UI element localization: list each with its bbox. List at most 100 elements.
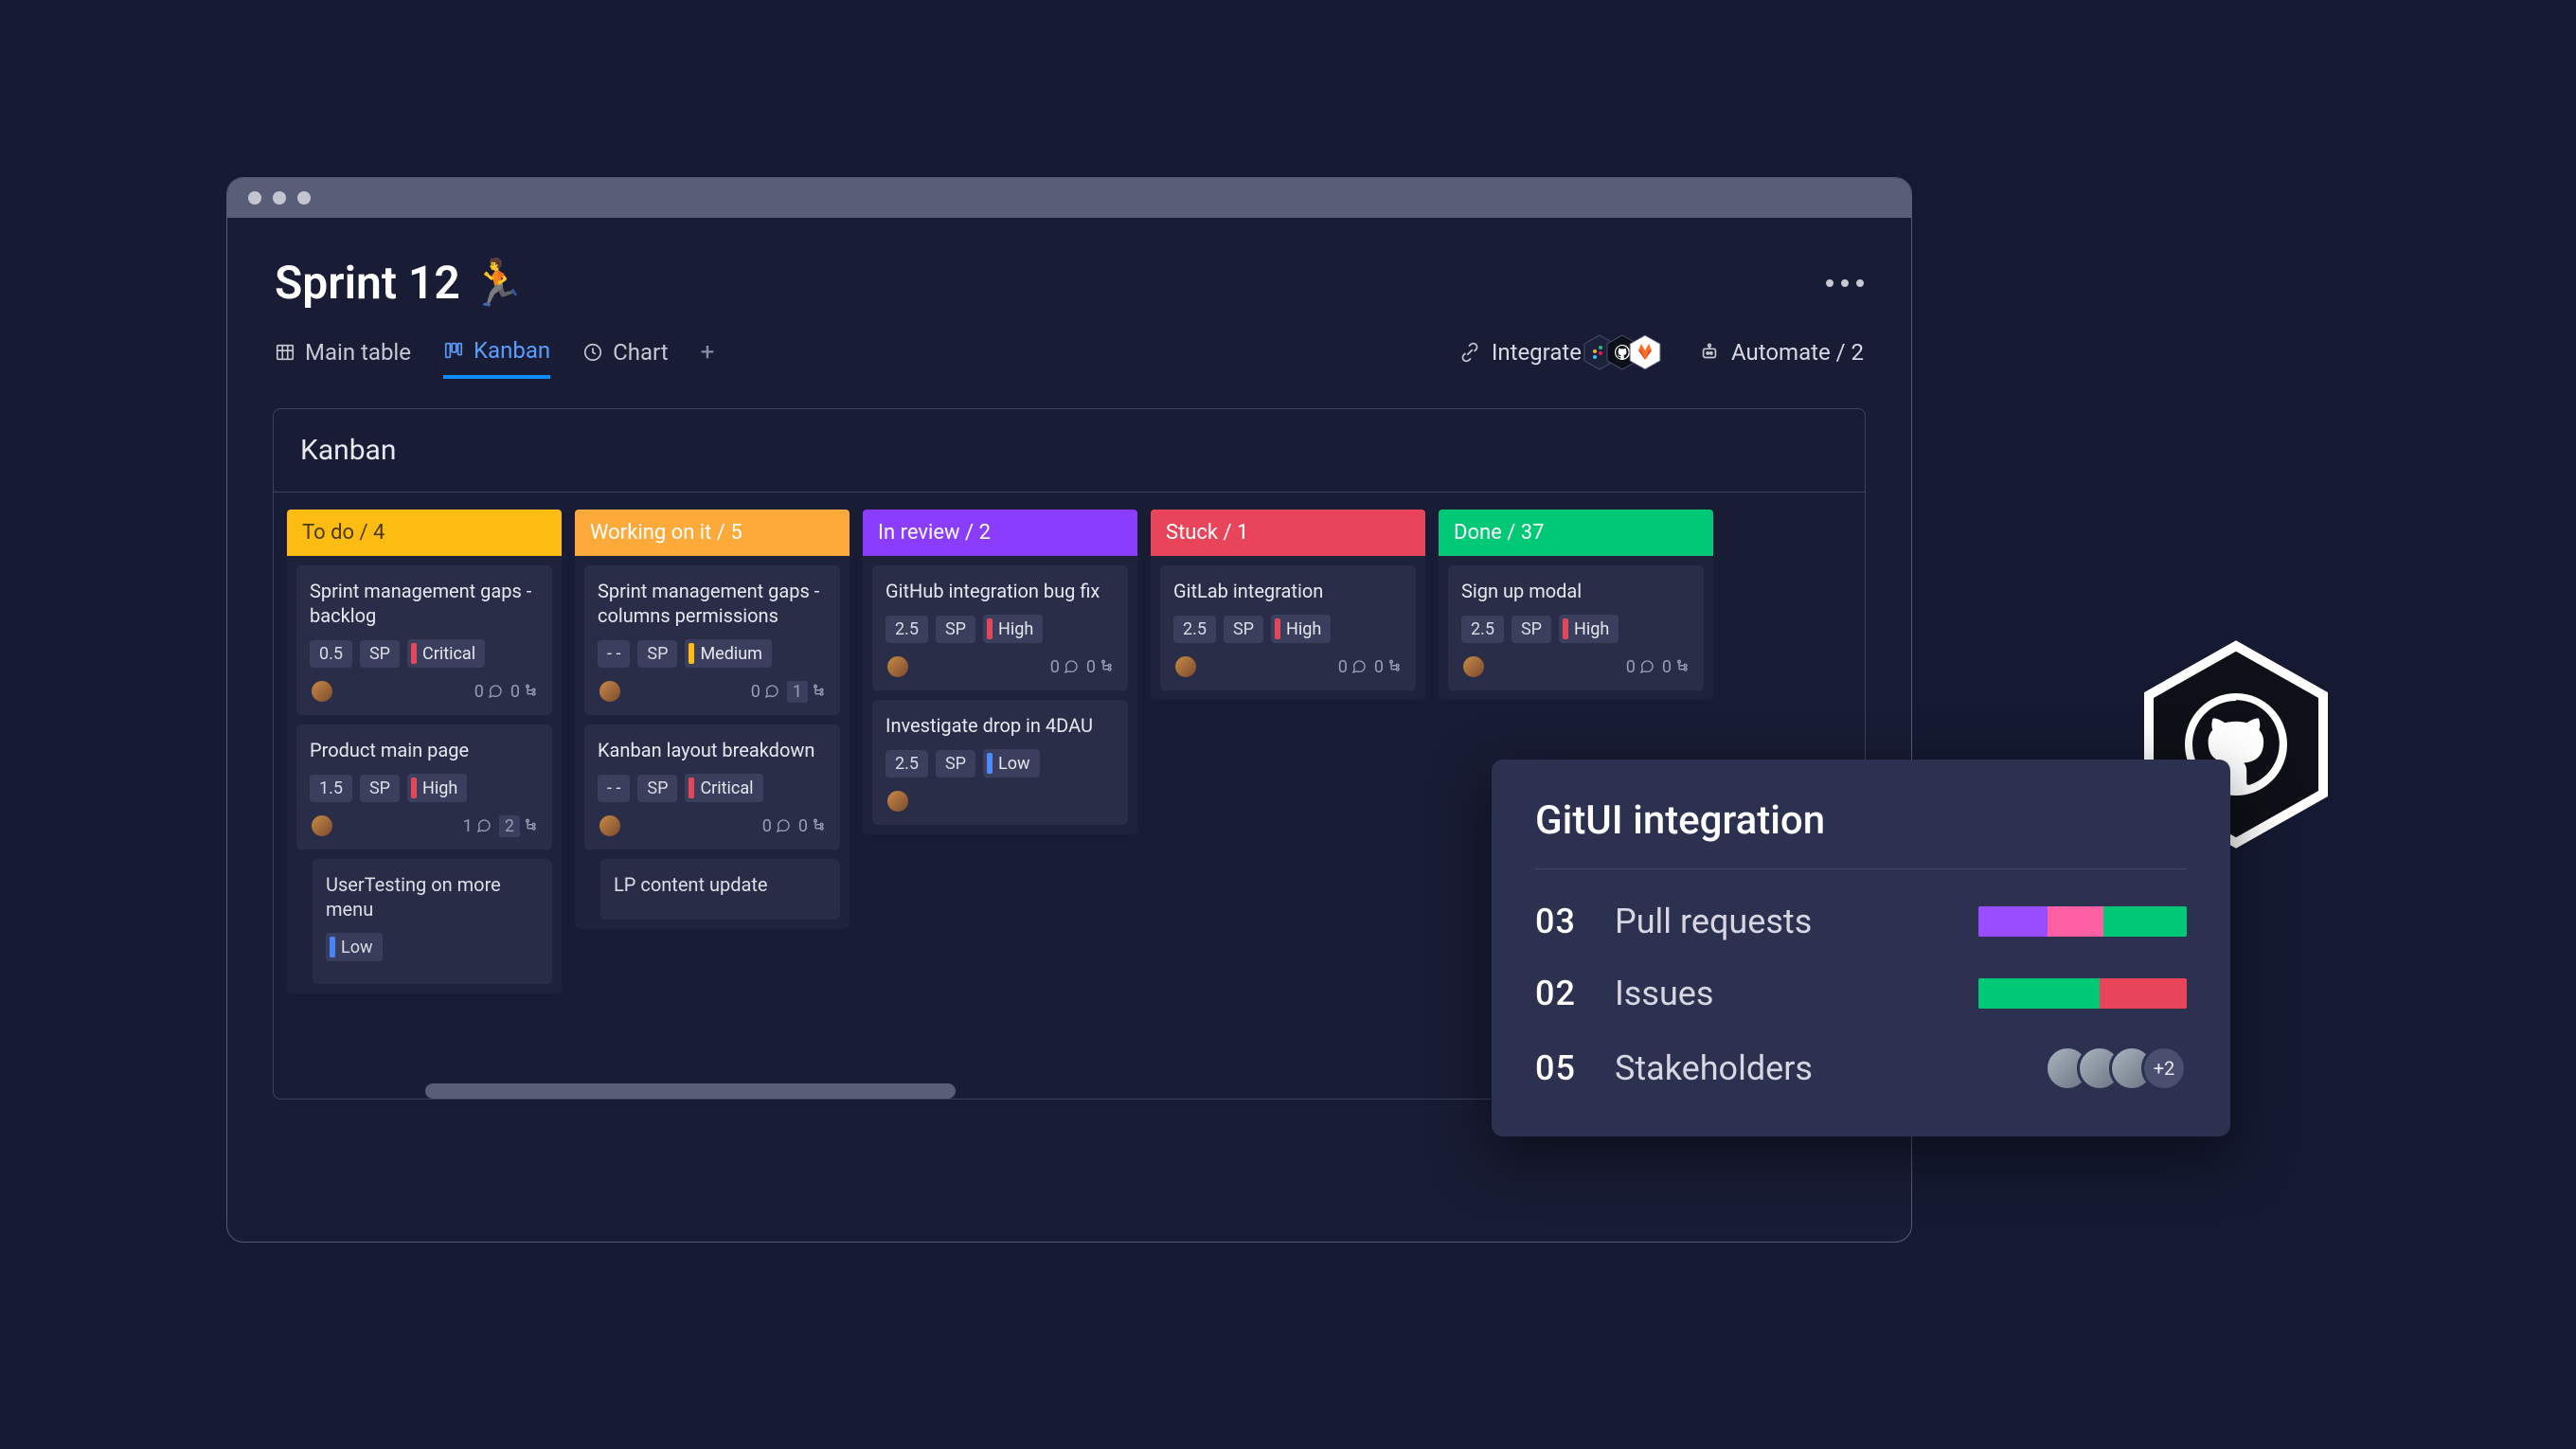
page-title: Sprint 12 🏃 <box>275 256 527 310</box>
comments-count[interactable]: 0 <box>1050 657 1079 677</box>
horizontal-scrollbar[interactable] <box>425 1083 956 1099</box>
comment-icon <box>1064 659 1079 674</box>
integration-row[interactable]: 03 Pull requests <box>1535 902 2187 941</box>
window-close-dot[interactable] <box>248 191 261 205</box>
card-title: Sprint management gaps - columns permiss… <box>598 579 827 628</box>
kanban-card[interactable]: Sprint management gaps - columns permiss… <box>584 565 840 715</box>
kanban-card[interactable]: Product main page 1.5 SP High 1 2 <box>296 724 552 850</box>
card-title: GitHub integration bug fix <box>886 579 1115 603</box>
card-title: Investigate drop in 4DAU <box>886 713 1115 738</box>
comment-icon <box>476 818 492 833</box>
column-body: Sprint management gaps - columns permiss… <box>575 556 850 929</box>
card-meta: 0 0 <box>1338 657 1403 677</box>
assignee-avatar[interactable] <box>1461 654 1486 679</box>
kanban-card[interactable]: LP content update <box>598 859 840 920</box>
comments-count[interactable]: 0 <box>1338 657 1367 677</box>
integration-panel-title: GitUI integration <box>1535 797 2187 869</box>
assignee-avatar[interactable] <box>886 654 910 679</box>
window-max-dot[interactable] <box>297 191 311 205</box>
column-header[interactable]: Done / 37 <box>1439 510 1713 556</box>
subitems-icon <box>812 818 827 833</box>
tab-chart[interactable]: Chart <box>582 339 668 377</box>
subitems-count[interactable]: 2 <box>499 815 539 837</box>
integration-row[interactable]: 05 Stakeholders+2 <box>1535 1046 2187 1091</box>
status-bar <box>1978 978 2187 1009</box>
subitems-count[interactable]: 1 <box>787 681 827 703</box>
assignee-avatar[interactable] <box>598 814 622 838</box>
column-header[interactable]: To do / 4 <box>287 510 562 556</box>
card-title: GitLab integration <box>1173 579 1403 603</box>
stakeholder-avatars: +2 <box>2045 1046 2187 1091</box>
integrate-button[interactable]: Integrate <box>1459 334 1661 370</box>
more-stakeholders[interactable]: +2 <box>2141 1046 2187 1091</box>
tab-kanban[interactable]: Kanban <box>443 337 550 379</box>
subitems-icon <box>524 818 539 833</box>
tab-label: Main table <box>305 339 411 366</box>
card-title: Sprint management gaps - backlog <box>310 579 539 628</box>
column-header[interactable]: Working on it / 5 <box>575 510 850 556</box>
tab-label: Kanban <box>474 337 550 364</box>
column-body: Sign up modal 2.5 SP High 0 0 <box>1439 556 1713 700</box>
subitems-count[interactable]: 0 <box>1374 657 1403 677</box>
kanban-column: Stuck / 1 GitLab integration 2.5 SP High … <box>1151 510 1425 1082</box>
card-title: LP content update <box>614 872 827 897</box>
integration-icons <box>1593 334 1661 370</box>
card-meta: 1 2 <box>463 815 539 837</box>
comment-icon <box>488 684 503 699</box>
assignee-avatar[interactable] <box>1173 654 1198 679</box>
kanban-card[interactable]: Sprint management gaps - backlog 0.5 SP … <box>296 565 552 715</box>
tab-main-table[interactable]: Main table <box>275 339 411 377</box>
sp-label: SP <box>360 640 400 668</box>
comments-count[interactable]: 0 <box>474 682 503 702</box>
assignee-avatar[interactable] <box>310 814 334 838</box>
priority-badge: Low <box>983 749 1040 778</box>
integrate-label: Integrate <box>1492 339 1582 366</box>
subitems-count[interactable]: 0 <box>798 816 827 836</box>
window-min-dot[interactable] <box>273 191 286 205</box>
sp-label: SP <box>1224 616 1263 643</box>
clock-icon <box>582 342 603 363</box>
sp-label: SP <box>360 775 400 802</box>
column-header[interactable]: Stuck / 1 <box>1151 510 1425 556</box>
assignee-avatar[interactable] <box>310 679 334 704</box>
subitems-count[interactable]: 0 <box>1662 657 1690 677</box>
comments-count[interactable]: 0 <box>1626 657 1655 677</box>
column-body: Sprint management gaps - backlog 0.5 SP … <box>287 556 562 993</box>
automate-button[interactable]: Automate / 2 <box>1699 339 1864 366</box>
row-count: 03 <box>1535 902 1615 941</box>
comments-count[interactable]: 0 <box>762 816 791 836</box>
story-points: 0.5 <box>310 640 352 668</box>
kanban-card[interactable]: GitHub integration bug fix 2.5 SP High 0… <box>872 565 1128 690</box>
kanban-column: Working on it / 5 Sprint management gaps … <box>575 510 850 1082</box>
page-header: Sprint 12 🏃 <box>227 218 1911 319</box>
assignee-avatar[interactable] <box>886 789 910 814</box>
kanban-card[interactable]: Sign up modal 2.5 SP High 0 0 <box>1448 565 1704 690</box>
card-title: UserTesting on more menu <box>326 872 539 921</box>
subitems-count[interactable]: 0 <box>1086 657 1115 677</box>
integration-panel: GitUI integration 03 Pull requests 02 Iss… <box>1492 760 2230 1136</box>
assignee-avatar[interactable] <box>598 679 622 704</box>
board-title: Kanban <box>274 409 1865 492</box>
add-view-button[interactable]: + <box>701 338 715 378</box>
sp-label: SP <box>637 640 677 668</box>
automate-label: Automate / 2 <box>1731 339 1864 366</box>
gitlab-hex-icon <box>1629 334 1661 370</box>
kanban-card[interactable]: GitLab integration 2.5 SP High 0 0 <box>1160 565 1416 690</box>
kanban-card[interactable]: Kanban layout breakdown - - SP Critical … <box>584 724 840 850</box>
window-titlebar <box>227 178 1911 218</box>
story-points: 2.5 <box>1173 616 1216 643</box>
comments-count[interactable]: 1 <box>463 816 492 836</box>
sp-label: SP <box>936 750 975 778</box>
integration-row[interactable]: 02 Issues <box>1535 974 2187 1013</box>
story-points: 2.5 <box>886 616 928 643</box>
priority-badge: High <box>407 774 467 802</box>
comments-count[interactable]: 0 <box>751 682 779 702</box>
kanban-card[interactable]: Investigate drop in 4DAU 2.5 SP Low <box>872 700 1128 825</box>
story-points: 1.5 <box>310 775 352 802</box>
subitems-icon <box>812 684 827 699</box>
priority-badge: High <box>1271 615 1331 643</box>
more-menu-button[interactable] <box>1826 279 1864 287</box>
subitems-count[interactable]: 0 <box>510 682 539 702</box>
kanban-card[interactable]: UserTesting on more menuLow <box>310 859 552 984</box>
column-header[interactable]: In review / 2 <box>863 510 1137 556</box>
